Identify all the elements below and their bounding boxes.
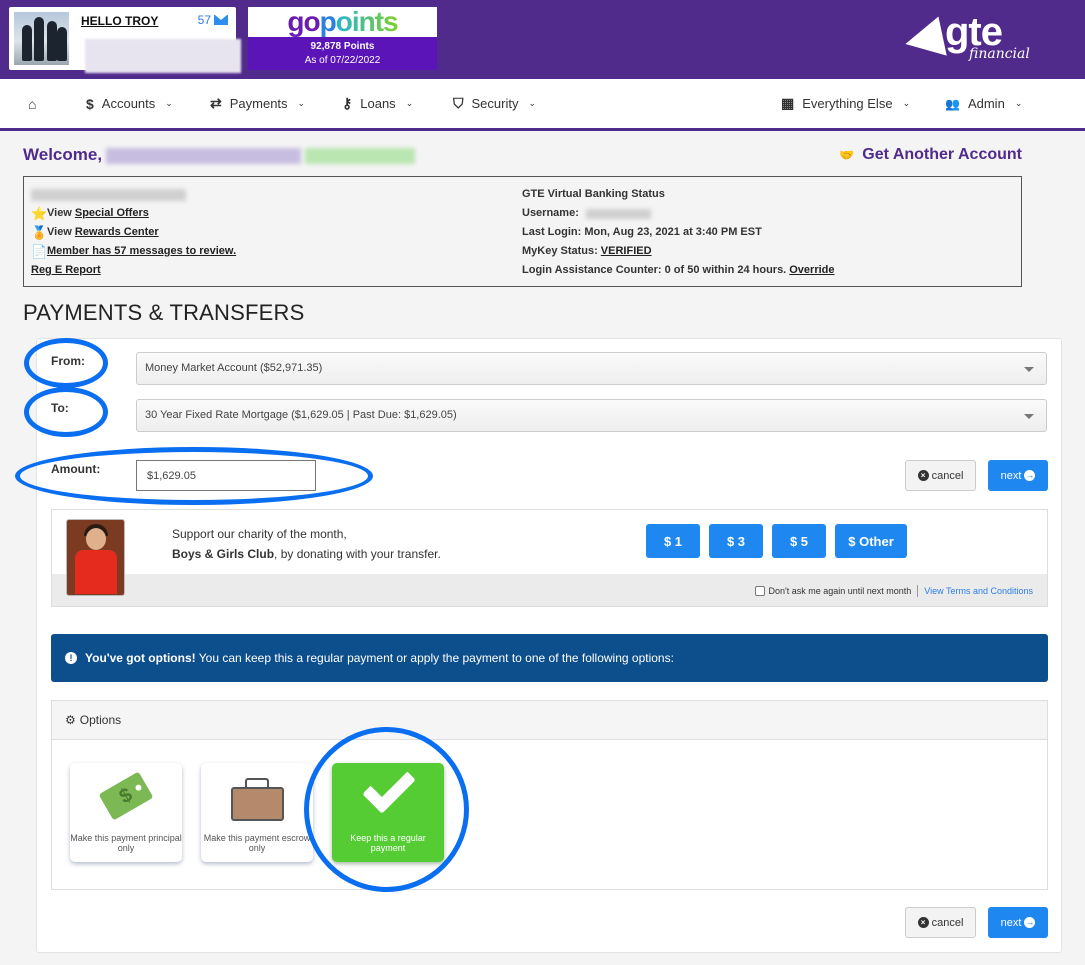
options-alert: ! You've got options! You can keep this … <box>51 634 1048 682</box>
logo-triangle-icon <box>901 16 947 64</box>
charity-donation-box: Support our charity of the month, Boys &… <box>51 509 1048 607</box>
status-title: GTE Virtual Banking Status <box>522 188 665 200</box>
gear-icon: ⚙ <box>65 713 76 727</box>
member-info-box: ⭐ View Special Offers 🏅 View Rewards Cen… <box>23 176 1022 287</box>
redacted-account-line <box>31 188 186 201</box>
redacted-username <box>585 208 651 219</box>
option-escrow-only[interactable]: Make this payment escrow only <box>201 763 313 862</box>
messages-badge[interactable]: 57 <box>198 13 228 27</box>
chevron-down-icon: ⌄ <box>165 98 173 108</box>
nav-loans[interactable]: ⚷ Loans ⌄ <box>342 79 413 128</box>
override-link[interactable]: Override <box>789 261 834 280</box>
gopoints-widget[interactable]: gopoints 92,878 Points As of 07/22/2022 <box>248 7 437 70</box>
arrow-right-circle-icon: → <box>1024 470 1036 481</box>
nav-accounts[interactable]: $ Accounts ⌄ <box>86 79 173 128</box>
exclamation-icon: ! <box>65 652 77 664</box>
cancel-button-bottom[interactable]: × cancel <box>905 907 976 938</box>
close-circle-icon: × <box>917 470 929 481</box>
terms-link[interactable]: View Terms and Conditions <box>924 586 1033 596</box>
charity-message: Support our charity of the month, Boys &… <box>172 527 441 561</box>
redacted-member-info <box>85 39 241 73</box>
donate-1-button[interactable]: $ 1 <box>646 524 700 558</box>
options-header: ⚙ Options <box>52 701 1047 740</box>
chevron-down-icon: ⌄ <box>405 98 414 108</box>
mykey-verified-link[interactable]: VERIFIED <box>601 242 652 261</box>
chevron-down-icon: ⌄ <box>1014 98 1023 108</box>
dollar-icon: $ <box>86 95 94 112</box>
redacted-member-number <box>305 147 416 164</box>
dropdown-caret-icon <box>1024 414 1034 419</box>
special-offers-link[interactable]: Special Offers <box>75 204 149 223</box>
briefcase-icon <box>231 787 284 821</box>
rewards-medal-icon: 🏅 <box>31 225 48 240</box>
donate-5-button[interactable]: $ 5 <box>772 524 826 558</box>
points-balance: 92,878 Points <box>310 41 375 52</box>
arrow-right-circle-icon: → <box>1024 917 1036 928</box>
charity-org: Boys & Girls Club <box>172 547 275 561</box>
users-icon: 👥 <box>945 96 960 111</box>
envelope-icon <box>214 15 228 25</box>
rewards-center-link[interactable]: Rewards Center <box>75 223 159 242</box>
close-circle-icon: × <box>917 917 929 928</box>
messages-link[interactable]: Member has 57 messages to review. <box>47 242 236 261</box>
from-account-select[interactable]: Money Market Account ($52,971.35) <box>136 352 1047 385</box>
grid-icon: ▦ <box>781 95 795 111</box>
points-as-of: As of 07/22/2022 <box>304 55 381 66</box>
option-regular-payment[interactable]: Keep this a regular payment <box>332 760 444 862</box>
option-principal-only[interactable]: $ Make this payment principal only <box>70 763 182 862</box>
avatar[interactable] <box>14 12 69 65</box>
nav-admin[interactable]: 👥 Admin ⌄ <box>945 79 1022 128</box>
next-button[interactable]: next → <box>988 460 1048 491</box>
last-login: Last Login: Mon, Aug 23, 2021 at 3:40 PM… <box>522 226 762 238</box>
donate-other-button[interactable]: $ Other <box>835 524 907 558</box>
nav-security[interactable]: ⛉ Security ⌄ <box>453 79 536 128</box>
user-card: HELLO TROY 57 <box>9 7 241 73</box>
top-header: HELLO TROY 57 gopoints 92,878 Points As … <box>0 0 1085 79</box>
dont-ask-row: Don't ask me again until next month View… <box>755 585 1033 597</box>
shield-icon: ⛉ <box>453 95 464 111</box>
gopoints-band: 92,878 Points As of 07/22/2022 <box>248 37 437 70</box>
transfer-arrows-icon: ⇄ <box>210 95 222 111</box>
cancel-button[interactable]: × cancel <box>905 460 976 491</box>
chevron-down-icon: ⌄ <box>528 98 537 108</box>
checkmark-icon <box>362 760 416 814</box>
next-button-bottom[interactable]: next → <box>988 907 1048 938</box>
from-label: From: <box>51 354 85 368</box>
home-icon: ⌂ <box>28 95 37 112</box>
key-icon: ⚷ <box>342 95 353 111</box>
nav-payments[interactable]: ⇄ Payments ⌄ <box>210 79 305 128</box>
to-label: To: <box>51 401 69 415</box>
dont-ask-checkbox[interactable] <box>755 586 766 596</box>
donate-3-button[interactable]: $ 3 <box>709 524 763 558</box>
chevron-down-icon: ⌄ <box>902 98 911 108</box>
gopoints-logo: gopoints <box>287 6 398 37</box>
amount-label: Amount: <box>51 462 101 476</box>
handshake-icon: 🤝 <box>839 148 855 162</box>
welcome-heading: Welcome, <box>23 145 416 165</box>
reg-e-report-link[interactable]: Reg E Report <box>31 261 101 280</box>
page-title: PAYMENTS & TRANSFERS <box>23 300 305 325</box>
message-count: 57 <box>197 13 211 27</box>
nav-everything-else[interactable]: ▦ Everything Else ⌄ <box>781 79 910 128</box>
star-icon: ⭐ <box>31 206 48 221</box>
redacted-member-name <box>106 147 302 164</box>
main-nav: ⌂ $ Accounts ⌄ ⇄ Payments ⌄ ⚷ Loans ⌄ ⛉ … <box>0 79 1085 131</box>
options-panel: ⚙ Options $ Make this payment principal … <box>51 700 1048 890</box>
gte-financial-logo[interactable]: gte financial <box>901 12 1037 68</box>
money-tag-icon: $ <box>98 771 154 821</box>
to-account-select[interactable]: 30 Year Fixed Rate Mortgage ($1,629.05 |… <box>136 399 1047 432</box>
dropdown-caret-icon <box>1024 367 1034 372</box>
amount-input[interactable] <box>136 460 316 491</box>
nav-home[interactable]: ⌂ <box>28 79 36 128</box>
chevron-down-icon: ⌄ <box>297 98 306 108</box>
document-icon: 📄 <box>31 244 48 259</box>
hello-user-link[interactable]: HELLO TROY <box>81 14 158 28</box>
charity-photo <box>66 519 125 596</box>
get-another-account-link[interactable]: 🤝 Get Another Account <box>839 146 1022 164</box>
